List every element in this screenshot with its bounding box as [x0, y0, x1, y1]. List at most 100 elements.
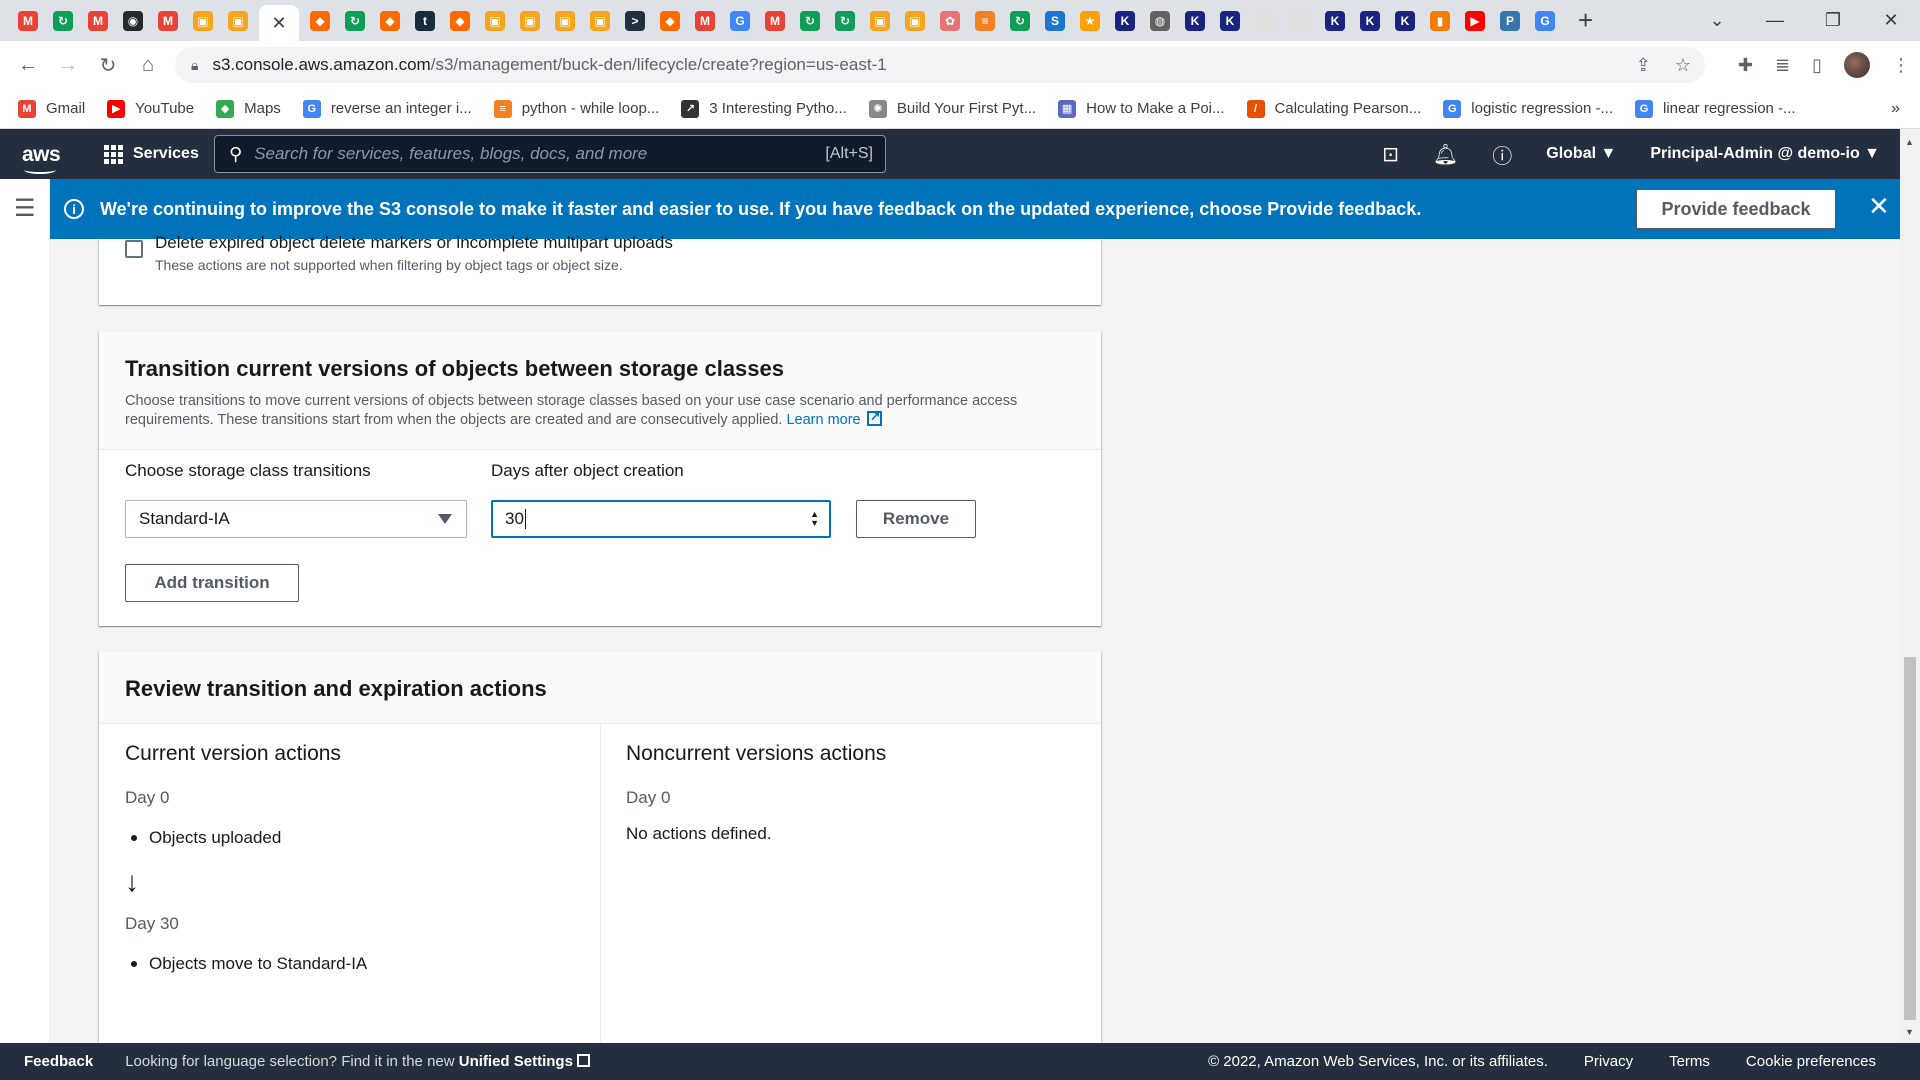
- browser-tab[interactable]: M: [761, 6, 789, 36]
- storage-class-select[interactable]: Standard-IA: [125, 500, 467, 538]
- browser-tab[interactable]: ◆: [446, 6, 474, 36]
- help-icon[interactable]: ⓘ: [1492, 140, 1512, 169]
- browser-tab[interactable]: ▣: [224, 6, 252, 36]
- browser-tab[interactable]: ◆: [306, 6, 334, 36]
- browser-tab[interactable]: t: [411, 6, 439, 36]
- dismiss-banner-icon[interactable]: ✕: [1868, 191, 1890, 222]
- external-link-icon[interactable]: [866, 407, 882, 426]
- external-link-icon[interactable]: [577, 1054, 591, 1067]
- browser-tab[interactable]: ↻: [1006, 6, 1034, 36]
- unified-settings-link[interactable]: Unified Settings: [459, 1053, 573, 1070]
- browser-tab[interactable]: ▣: [551, 6, 579, 36]
- cookie-preferences-link[interactable]: Cookie preferences: [1746, 1053, 1876, 1070]
- browser-tab[interactable]: ↻: [831, 6, 859, 36]
- browser-tab[interactable]: M: [154, 6, 182, 36]
- browser-tab[interactable]: K: [1321, 6, 1349, 36]
- minimize-icon[interactable]: —: [1746, 10, 1804, 31]
- extensions-icon[interactable]: ✚: [1738, 55, 1753, 76]
- delete-markers-checkbox[interactable]: [125, 240, 143, 258]
- bookmark-item[interactable]: Glinear regression -...: [1634, 99, 1796, 118]
- browser-tab[interactable]: K: [1181, 6, 1209, 36]
- browser-tab[interactable]: ▣: [586, 6, 614, 36]
- browser-tab[interactable]: P: [1496, 6, 1524, 36]
- browser-tab[interactable]: ◆: [376, 6, 404, 36]
- bookmark-item[interactable]: / Calculating Pearson...: [1246, 99, 1421, 118]
- more-bookmarks-icon[interactable]: »: [1891, 100, 1900, 118]
- browser-tab[interactable]: ▣: [189, 6, 217, 36]
- bookmark-star-icon[interactable]: ☆: [1675, 55, 1691, 76]
- close-window-icon[interactable]: ✕: [1862, 10, 1920, 31]
- cloudshell-icon[interactable]: ⊡: [1382, 142, 1399, 167]
- browser-tab[interactable]: S: [1041, 6, 1069, 36]
- restore-icon[interactable]: ❐: [1804, 10, 1862, 31]
- profile-avatar[interactable]: [1844, 52, 1870, 78]
- browser-tab[interactable]: K: [1216, 6, 1244, 36]
- browser-tab[interactable]: ✿: [936, 6, 964, 36]
- close-tab-icon[interactable]: ✕: [271, 13, 286, 34]
- add-transition-button[interactable]: Add transition: [125, 564, 299, 602]
- media-icon[interactable]: ≣: [1775, 55, 1790, 76]
- footer-feedback-link[interactable]: Feedback: [24, 1053, 93, 1070]
- provide-feedback-button[interactable]: Provide feedback: [1636, 189, 1836, 229]
- browser-tab[interactable]: [1251, 6, 1279, 36]
- browser-tab[interactable]: ↻: [796, 6, 824, 36]
- learn-more-link[interactable]: Learn more: [786, 412, 860, 428]
- aws-logo[interactable]: aws: [22, 144, 62, 174]
- active-browser-tab[interactable]: ✕: [259, 5, 299, 41]
- browser-tab[interactable]: ▣: [481, 6, 509, 36]
- browser-tab[interactable]: G: [726, 6, 754, 36]
- remove-transition-button[interactable]: Remove: [856, 500, 976, 538]
- bookmark-item[interactable]: ✺ Build Your First Pyt...: [868, 99, 1036, 118]
- terms-link[interactable]: Terms: [1669, 1053, 1710, 1070]
- lock-icon[interactable]: 🔒︎: [191, 57, 198, 74]
- privacy-link[interactable]: Privacy: [1584, 1053, 1633, 1070]
- back-icon[interactable]: ←: [8, 54, 48, 77]
- account-menu[interactable]: Principal-Admin @ demo-io ▼: [1650, 145, 1880, 163]
- browser-tab[interactable]: ▮: [1426, 6, 1454, 36]
- browser-tab[interactable]: K: [1111, 6, 1139, 36]
- number-spinner-icon[interactable]: ▲ ▼: [810, 510, 819, 528]
- page-scrollbar[interactable]: ▲ ▼: [1900, 129, 1920, 1043]
- scroll-down-icon[interactable]: ▼: [1905, 1027, 1914, 1037]
- browser-tab[interactable]: ◉: [119, 6, 147, 36]
- bookmark-item[interactable]: ▶ YouTube: [107, 99, 194, 118]
- bookmark-item[interactable]: M Gmail: [18, 99, 85, 118]
- browser-tab[interactable]: ≡: [971, 6, 999, 36]
- flash-message-link[interactable]: Provide feedback: [1267, 199, 1416, 219]
- bookmark-item[interactable]: ◆ Maps: [216, 99, 281, 118]
- url-input[interactable]: 🔒︎ s3.console.aws.amazon.com/s3/manageme…: [175, 47, 1705, 83]
- browser-tab[interactable]: ★: [1076, 6, 1104, 36]
- browser-tab[interactable]: ↻: [49, 6, 77, 36]
- notifications-bell-icon[interactable]: 🔔︎: [1433, 142, 1458, 167]
- browser-menu-icon[interactable]: ⋮: [1892, 55, 1910, 76]
- browser-tab[interactable]: ◆: [656, 6, 684, 36]
- bookmark-item[interactable]: ≡ python - while loop...: [493, 99, 659, 118]
- scrollbar-thumb[interactable]: [1904, 657, 1916, 1020]
- menu-hamburger-icon[interactable]: ☰: [14, 194, 36, 223]
- reload-icon[interactable]: ↻: [88, 53, 128, 78]
- browser-tab[interactable]: >: [621, 6, 649, 36]
- browser-tab[interactable]: M: [84, 6, 112, 36]
- days-after-creation-input[interactable]: 30 ▲ ▼: [491, 500, 831, 538]
- browser-tab[interactable]: K: [1356, 6, 1384, 36]
- browser-tab[interactable]: G: [1531, 6, 1559, 36]
- browser-tab[interactable]: ▣: [901, 6, 929, 36]
- browser-tab[interactable]: ▣: [866, 6, 894, 36]
- home-icon[interactable]: ⌂: [128, 54, 168, 77]
- browser-tab[interactable]: ▶: [1461, 6, 1489, 36]
- forward-icon[interactable]: →: [48, 54, 88, 77]
- side-panel-icon[interactable]: ▯: [1812, 55, 1822, 76]
- browser-tab[interactable]: K: [1391, 6, 1419, 36]
- browser-tab[interactable]: [1286, 6, 1314, 36]
- console-search-input[interactable]: ⚲ Search for services, features, blogs, …: [214, 135, 886, 173]
- region-selector[interactable]: Global ▼: [1546, 145, 1616, 163]
- bookmark-item[interactable]: ▦ How to Make a Poi...: [1058, 99, 1225, 118]
- new-tab-icon[interactable]: +: [1578, 5, 1593, 36]
- services-menu-button[interactable]: Services: [104, 144, 199, 164]
- browser-tab[interactable]: M: [14, 6, 42, 36]
- bookmark-item[interactable]: Glogistic regression -...: [1443, 99, 1613, 118]
- browser-tab[interactable]: ▣: [516, 6, 544, 36]
- scroll-up-icon[interactable]: ▲: [1905, 137, 1914, 147]
- bookmark-item[interactable]: ↗ 3 Interesting Pytho...: [681, 99, 847, 118]
- browser-tab[interactable]: M: [691, 6, 719, 36]
